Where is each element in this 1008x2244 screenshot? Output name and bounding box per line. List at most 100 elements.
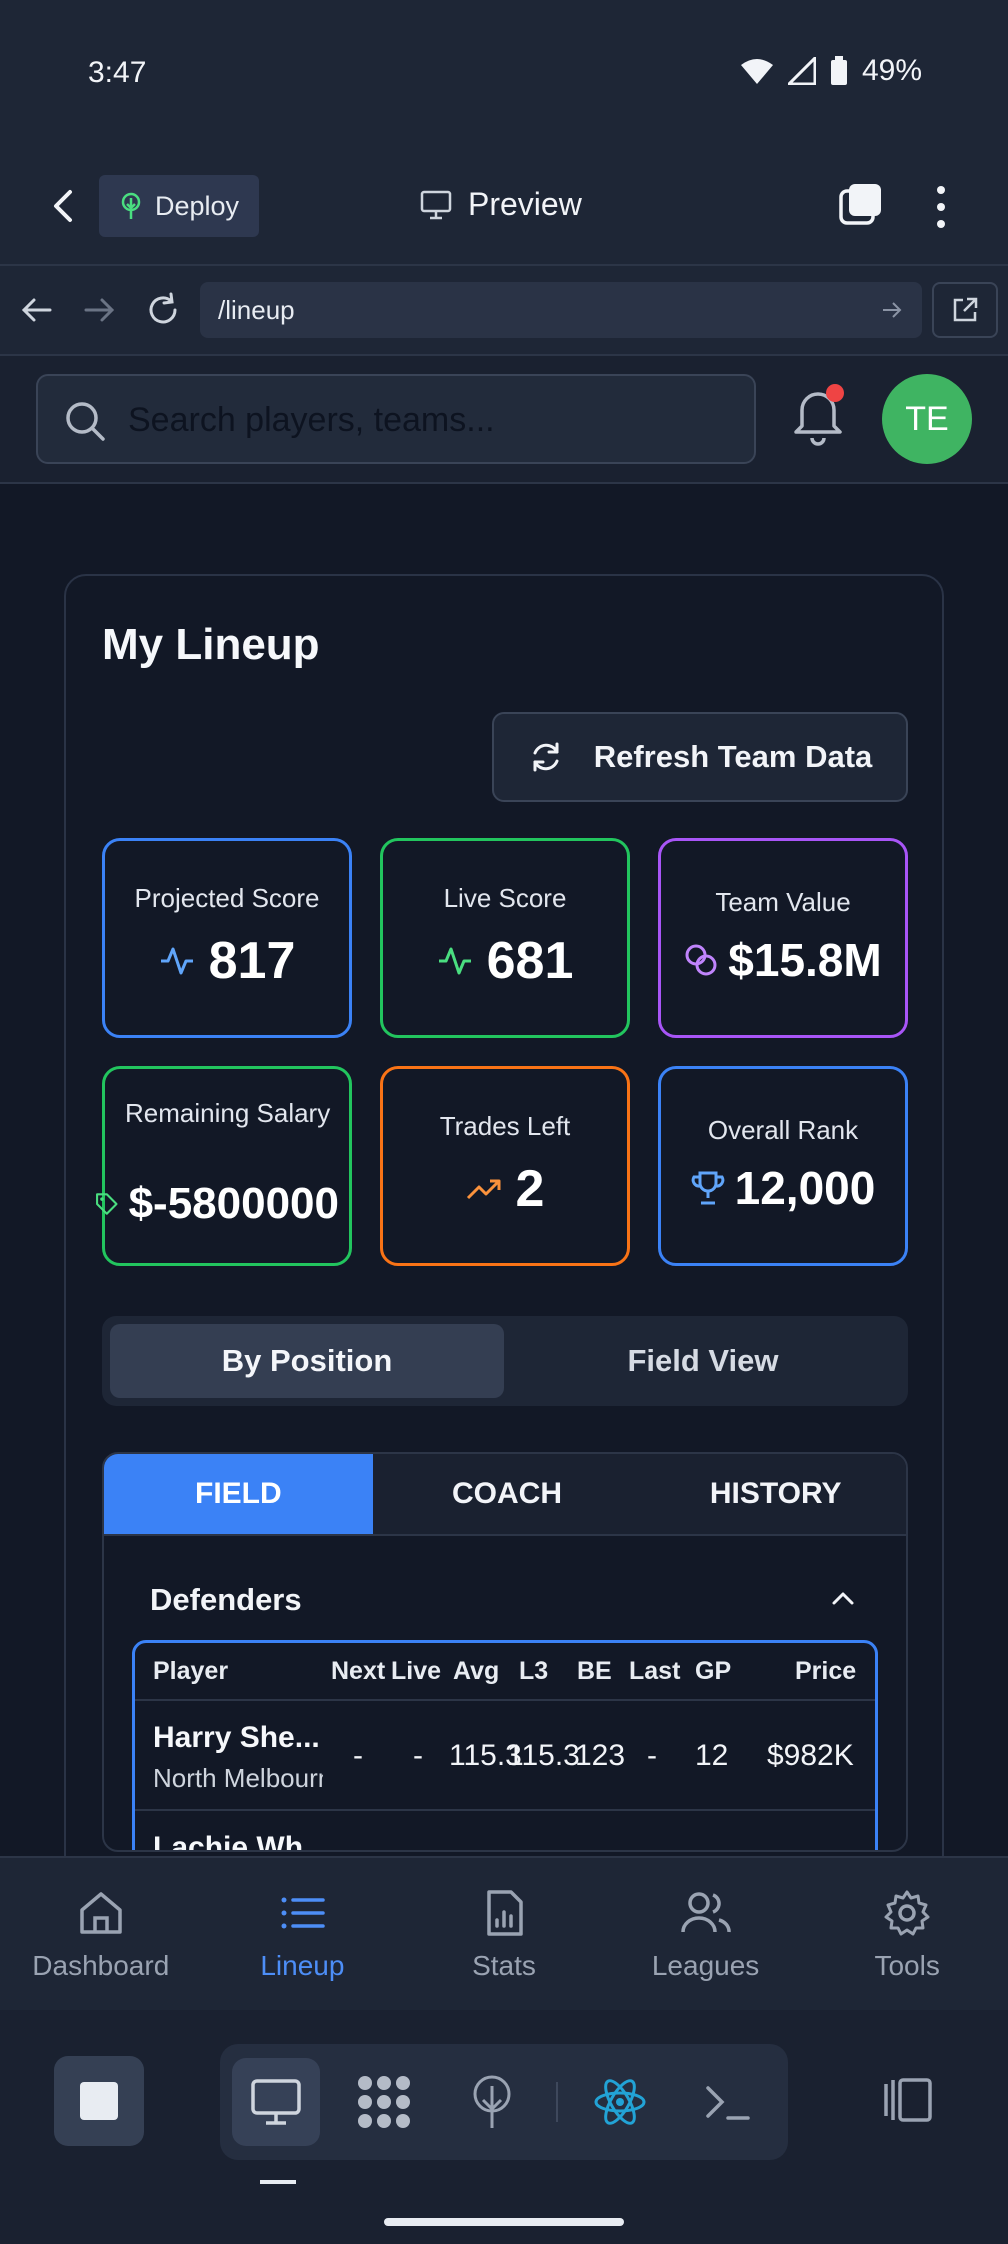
- home-icon: [80, 1892, 122, 1934]
- app-header: Deploy Preview: [0, 150, 1008, 266]
- dock-separator: [556, 2082, 558, 2122]
- stat-value: 681: [486, 932, 574, 990]
- player-name: Harry She...: [153, 1721, 320, 1754]
- more-menu-icon[interactable]: [926, 182, 956, 232]
- site-topbar: TE: [0, 356, 1008, 484]
- open-external-button[interactable]: [932, 282, 998, 338]
- side-panel-icon[interactable]: [880, 2076, 936, 2124]
- terminal-button[interactable]: [684, 2058, 772, 2146]
- column-header[interactable]: GP: [695, 1657, 731, 1686]
- tab-field[interactable]: FIELD: [104, 1454, 373, 1534]
- cell-live: -: [413, 1739, 423, 1772]
- browser-back-icon[interactable]: [16, 290, 56, 330]
- cell-l3: 115.3: [507, 1739, 580, 1772]
- stat-value: 12,000: [734, 1162, 876, 1214]
- chevron-up-icon[interactable]: [828, 1584, 858, 1614]
- table-row[interactable]: Lachie Wh...: [135, 1811, 875, 1852]
- activity-icon: [438, 947, 471, 975]
- column-header[interactable]: Avg: [453, 1657, 499, 1686]
- column-header[interactable]: BE: [577, 1657, 612, 1686]
- deploy-tree-icon: [473, 2075, 511, 2128]
- deploy-dock-button[interactable]: [448, 2058, 536, 2146]
- nav-dashboard[interactable]: Dashboard: [0, 1858, 202, 2010]
- cluster-icon: [358, 2076, 410, 2128]
- deploy-button[interactable]: Deploy: [99, 175, 259, 237]
- column-header[interactable]: Player: [153, 1657, 228, 1686]
- preview-title: Preview: [420, 186, 582, 223]
- stat-label: Overall Rank: [707, 1115, 859, 1145]
- terminal-icon: [706, 2086, 750, 2120]
- tabs-icon[interactable]: [838, 182, 884, 228]
- stat-label: Remaining Salary: [125, 1098, 331, 1128]
- search-box[interactable]: [36, 374, 756, 464]
- column-header[interactable]: Next: [331, 1657, 385, 1686]
- back-arrow-icon[interactable]: [44, 186, 84, 226]
- coins-icon: [685, 944, 717, 976]
- stat-value: $-5800000: [128, 1179, 339, 1228]
- nav-label: Stats: [472, 1950, 536, 1981]
- column-header[interactable]: L3: [519, 1657, 548, 1686]
- stat-value-row: 12,000: [661, 1161, 905, 1215]
- column-header[interactable]: Price: [795, 1657, 856, 1686]
- section-title: Defenders: [150, 1582, 302, 1617]
- react-button[interactable]: [576, 2058, 664, 2146]
- url-field[interactable]: /lineup: [200, 282, 922, 338]
- stat-value-row: 817: [105, 931, 349, 991]
- gear-icon: [884, 1890, 930, 1936]
- nav-stats[interactable]: Stats: [403, 1858, 605, 2010]
- preview-monitor-button[interactable]: [232, 2058, 320, 2146]
- stat-label: Team Value: [715, 887, 851, 917]
- cell-next: -: [353, 1739, 363, 1772]
- active-indicator: [260, 2180, 296, 2184]
- tab-coach[interactable]: COACH: [373, 1454, 642, 1534]
- position-tabs: FIELD COACH HISTORY: [104, 1454, 906, 1536]
- stat-projected-score: Projected Score 817: [102, 838, 352, 1038]
- cell-last: -: [647, 1739, 657, 1772]
- stat-value-row: $15.8M: [661, 933, 905, 987]
- refresh-icon: [533, 742, 559, 772]
- home-indicator: [384, 2218, 624, 2226]
- stat-label: Trades Left: [439, 1111, 571, 1141]
- table-row[interactable]: Harry She... North Melbourne - - 115.3 1…: [135, 1701, 875, 1811]
- go-arrow-icon[interactable]: [880, 298, 904, 322]
- stat-value-row: 2: [383, 1159, 627, 1219]
- by-position-tab[interactable]: By Position: [110, 1324, 504, 1398]
- stat-value: 817: [208, 932, 296, 990]
- dock-tools: [220, 2044, 788, 2160]
- stop-button[interactable]: [54, 2056, 144, 2146]
- stat-remaining-salary: Remaining Salary $-5800000: [96, 1066, 352, 1266]
- bottom-nav: Dashboard Lineup Stats Leagues Tools: [0, 1856, 1008, 2010]
- stat-live-score: Live Score 681: [380, 838, 630, 1038]
- browser-forward-icon[interactable]: [80, 290, 120, 330]
- url-text: /lineup: [218, 294, 295, 325]
- nav-lineup[interactable]: Lineup: [202, 1858, 404, 2010]
- battery-icon: [830, 56, 847, 85]
- stat-value-row: 681: [383, 931, 627, 991]
- position-panel: FIELD COACH HISTORY Defenders Player Nex…: [102, 1452, 908, 1852]
- stat-value-row: $-5800000: [95, 1179, 339, 1229]
- field-view-tab[interactable]: Field View: [506, 1324, 900, 1398]
- trending-up-icon: [466, 1179, 501, 1200]
- column-header[interactable]: Last: [629, 1657, 680, 1686]
- search-input[interactable]: [128, 392, 728, 448]
- wifi-icon: [740, 59, 773, 84]
- player-name: Lachie Wh...: [153, 1831, 323, 1852]
- reload-icon[interactable]: [143, 290, 183, 330]
- stat-value: $15.8M: [728, 934, 882, 986]
- react-icon: [594, 2079, 646, 2125]
- avatar[interactable]: TE: [882, 374, 972, 464]
- nav-tools[interactable]: Tools: [806, 1858, 1008, 2010]
- nav-label: Tools: [874, 1950, 940, 1981]
- tab-history[interactable]: HISTORY: [641, 1454, 906, 1534]
- stat-label: Projected Score: [134, 883, 320, 913]
- column-header[interactable]: Live: [391, 1657, 441, 1686]
- nav-leagues[interactable]: Leagues: [605, 1858, 807, 2010]
- cell-price: $982K: [767, 1739, 854, 1772]
- battery-percent: 49%: [861, 54, 922, 87]
- trophy-icon: [691, 1171, 724, 1205]
- cell-gp: 12: [695, 1739, 729, 1772]
- status-icons: 49%: [740, 54, 922, 88]
- lineup-card: My Lineup Refresh Team Data Projected Sc…: [64, 574, 944, 1856]
- refresh-team-data-button[interactable]: Refresh Team Data: [492, 712, 908, 802]
- cluster-button[interactable]: [340, 2058, 428, 2146]
